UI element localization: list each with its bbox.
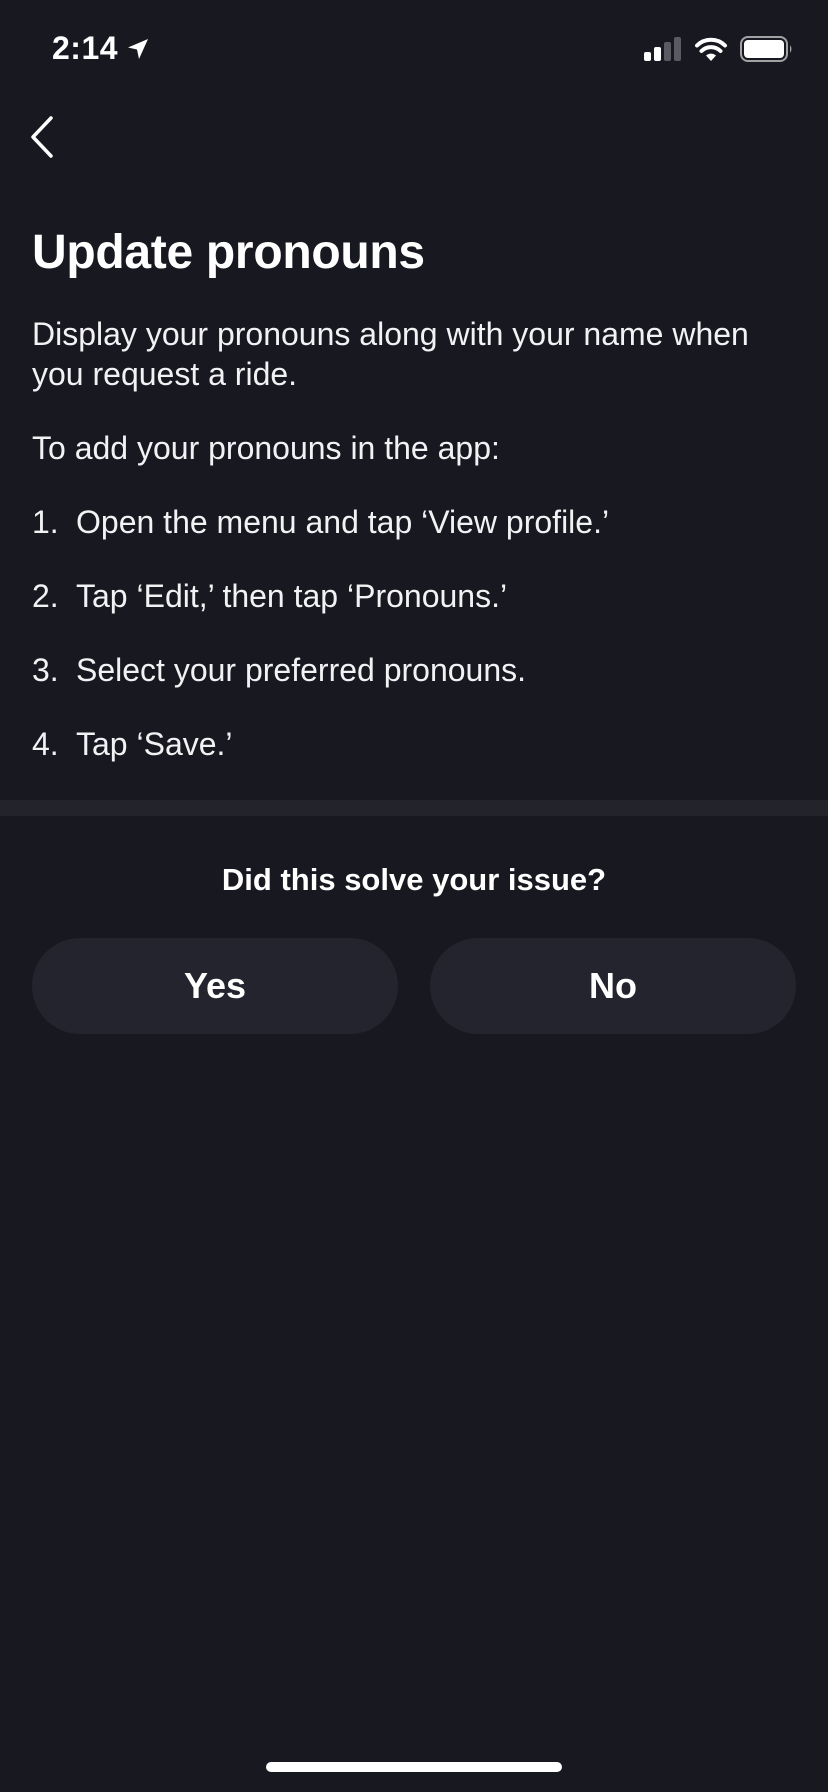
intro-text: Display your pronouns along with your na… — [32, 316, 749, 392]
cellular-signal-icon — [644, 37, 681, 61]
article-content: Update pronouns Display your pronouns al… — [32, 222, 796, 798]
wifi-icon — [695, 37, 727, 61]
status-time: 2:14 — [52, 30, 119, 66]
step-text: Open the menu and tap ‘View profile.’ — [76, 504, 610, 540]
status-icons — [644, 36, 794, 62]
feedback-buttons: Yes No — [32, 938, 796, 1034]
status-time-group: 2:14 — [52, 30, 150, 67]
step-item: 3. Select your preferred pronouns. — [32, 650, 796, 690]
steps-lead-text: To add your pronouns in the app: — [32, 430, 500, 466]
step-number: 2. — [32, 578, 59, 614]
feedback-question: Did this solve your issue? — [221, 862, 607, 897]
battery-icon — [740, 36, 792, 62]
status-bar: 2:14 — [0, 0, 828, 100]
step-text: Tap ‘Save.’ — [76, 726, 233, 762]
location-arrow-icon — [128, 38, 149, 59]
yes-button[interactable]: Yes — [32, 938, 398, 1034]
step-item: 4. Tap ‘Save.’ — [32, 724, 796, 764]
step-item: 1. Open the menu and tap ‘View profile.’ — [32, 502, 796, 542]
home-indicator[interactable] — [266, 1762, 562, 1772]
no-button[interactable]: No — [430, 938, 796, 1034]
section-divider — [0, 800, 828, 816]
step-item: 2. Tap ‘Edit,’ then tap ‘Pronouns.’ — [32, 576, 796, 616]
step-text: Tap ‘Edit,’ then tap ‘Pronouns.’ — [76, 578, 508, 614]
back-button[interactable] — [22, 110, 62, 164]
steps-list: 1. Open the menu and tap ‘View profile.’… — [32, 502, 796, 764]
step-text: Select your preferred pronouns. — [76, 652, 527, 688]
step-number: 4. — [32, 726, 59, 762]
chevron-left-icon — [31, 116, 53, 158]
step-number: 3. — [32, 652, 59, 688]
page-title: Update pronouns — [32, 226, 425, 279]
step-number: 1. — [32, 504, 59, 540]
